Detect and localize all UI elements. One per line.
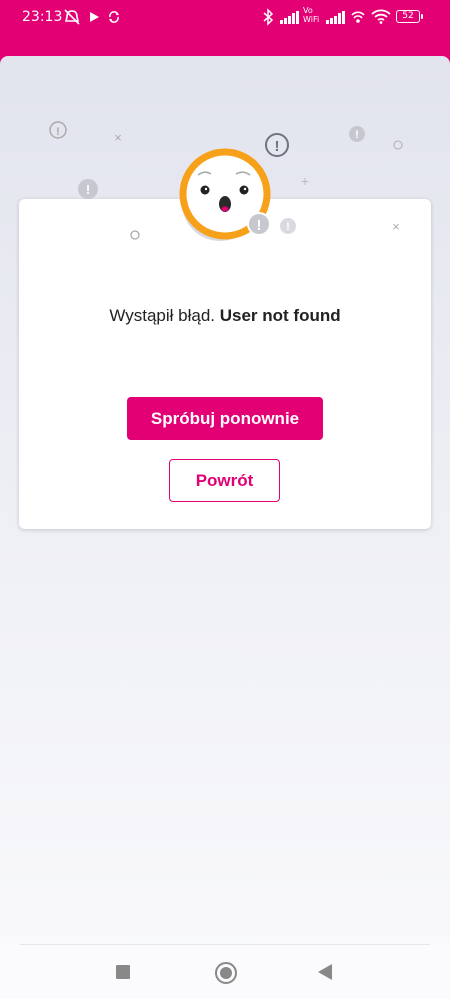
- svg-text:!: !: [257, 217, 262, 234]
- surprised-face-error-icon: ! × ! ! ! + ! × !: [49, 121, 403, 241]
- svg-text:!: !: [275, 138, 280, 155]
- system-nav-bar: [0, 944, 450, 999]
- svg-text:×: ×: [114, 130, 122, 145]
- home-icon[interactable]: [215, 962, 237, 984]
- svg-text:!: !: [355, 129, 359, 141]
- back-icon[interactable]: [318, 964, 332, 980]
- svg-text:!: !: [56, 126, 60, 138]
- recent-apps-icon[interactable]: [116, 965, 130, 979]
- svg-text:+: +: [301, 173, 309, 189]
- svg-text:!: !: [286, 221, 290, 233]
- retry-button[interactable]: Spróbuj ponownie: [127, 397, 323, 440]
- error-prefix: Wystąpił błąd.: [109, 306, 216, 325]
- nav-divider: [20, 944, 430, 945]
- error-message: Wystąpił błąd. User not found: [0, 306, 450, 326]
- back-button[interactable]: Powrót: [169, 459, 280, 502]
- svg-text:×: ×: [392, 219, 400, 234]
- error-detail: User not found: [219, 306, 341, 325]
- svg-text:!: !: [86, 182, 90, 197]
